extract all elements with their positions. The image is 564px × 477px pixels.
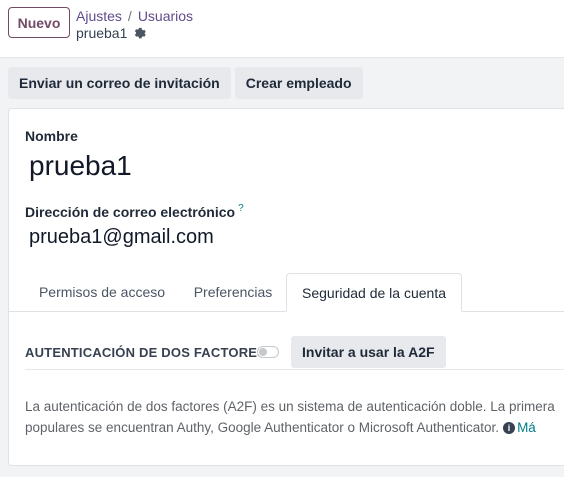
twofa-section-title: AUTENTICACIÓN DE DOS FACTORES	[25, 345, 267, 360]
breadcrumb-users-link[interactable]: Usuarios	[138, 8, 193, 24]
new-button[interactable]: Nuevo	[8, 7, 70, 38]
email-label: Dirección de correo electrónico	[25, 204, 236, 220]
name-field[interactable]: prueba1	[29, 150, 132, 182]
info-icon: i	[503, 422, 516, 435]
breadcrumb-settings-link[interactable]: Ajustes	[76, 8, 122, 24]
gear-icon[interactable]	[133, 27, 147, 40]
learn-more-link[interactable]: Má	[517, 420, 536, 435]
twofa-description: La autenticación de dos factores (A2F) e…	[25, 396, 564, 438]
form-sheet: Nombre prueba1 Dirección de correo elect…	[8, 108, 564, 466]
description-line-1: La autenticación de dos factores (A2F) e…	[25, 399, 555, 414]
breadcrumb: Ajustes / Usuarios	[76, 8, 193, 24]
control-panel: Nuevo Ajustes / Usuarios prueba1	[0, 0, 564, 58]
record-title: prueba1	[76, 25, 147, 41]
email-label-wrap: Dirección de correo electrónico?	[25, 203, 244, 220]
invite-2fa-button[interactable]: Invitar a usar la A2F	[291, 336, 446, 368]
twofa-toggle[interactable]	[257, 346, 279, 358]
tab-access-rights[interactable]: Permisos de acceso	[27, 273, 177, 311]
section-divider	[25, 369, 564, 370]
create-employee-button[interactable]: Crear empleado	[234, 67, 363, 99]
send-invitation-email-button[interactable]: Enviar un correo de invitación	[8, 67, 231, 99]
breadcrumb-separator: /	[127, 8, 132, 24]
action-bar: Enviar un correo de invitación Crear emp…	[8, 67, 363, 99]
email-field[interactable]: prueba1@gmail.com	[29, 226, 214, 249]
description-line-2: populares se encuentran Authy, Google Au…	[25, 417, 564, 438]
tab-preferences[interactable]: Preferencias	[183, 273, 283, 311]
record-name: prueba1	[76, 25, 128, 41]
name-label: Nombre	[25, 128, 78, 144]
help-tooltip-marker[interactable]: ?	[238, 203, 244, 214]
description-line-2-text: populares se encuentran Authy, Google Au…	[25, 420, 500, 435]
tab-account-security[interactable]: Seguridad de la cuenta	[286, 273, 462, 312]
notebook-tabs: Permisos de acceso Preferencias Segurida…	[9, 273, 564, 312]
toggle-knob	[259, 348, 267, 356]
